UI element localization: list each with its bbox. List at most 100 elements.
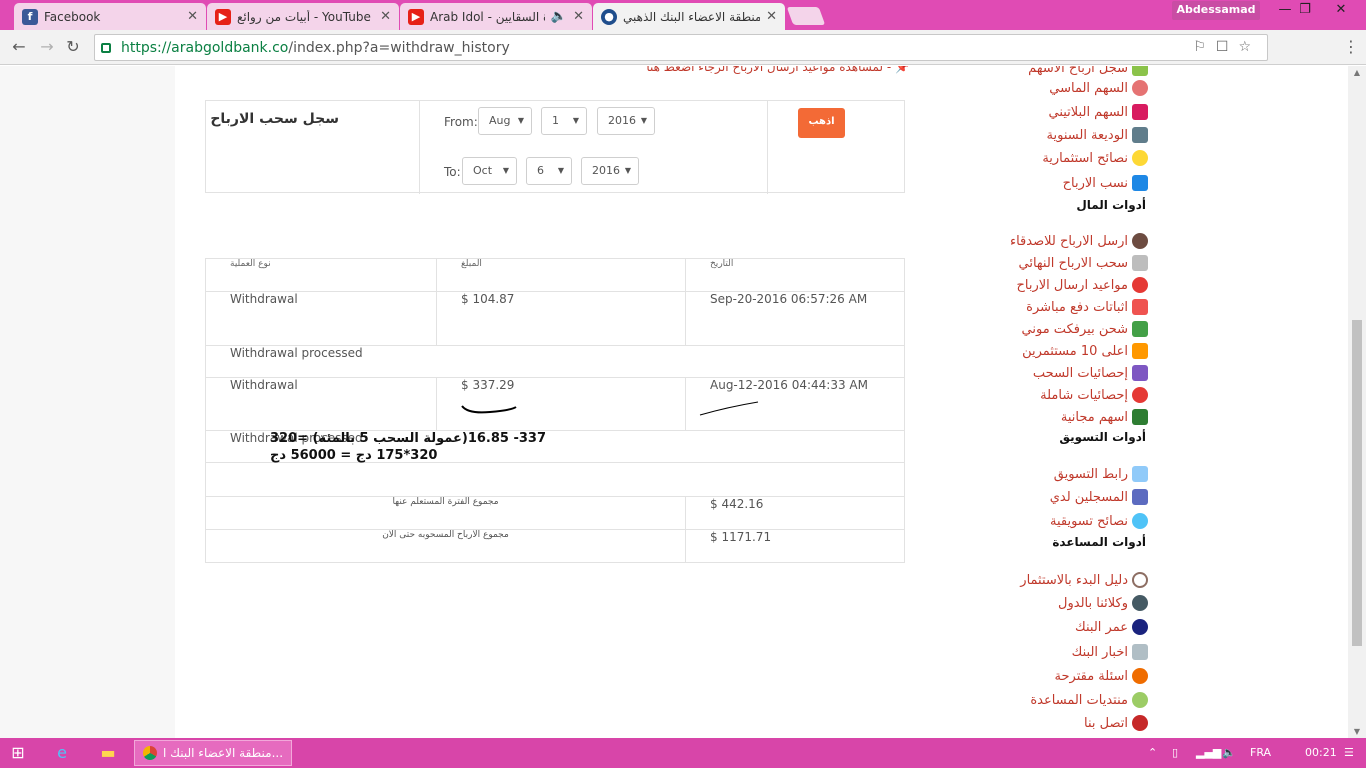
to-day-select[interactable]: 6	[526, 157, 572, 185]
sidebar-item[interactable]: مواعيد ارسال الارباح	[1016, 277, 1148, 293]
close-icon[interactable]: ✕	[573, 9, 584, 24]
help-icon	[1132, 692, 1148, 708]
internet-explorer-icon[interactable]: e	[52, 743, 72, 763]
sidebar-item[interactable]: نسب الارباح	[1063, 175, 1148, 191]
forward-arrow-icon[interactable]: →	[36, 36, 58, 58]
annotation-line: 320*175 دج = 56000 دج	[270, 448, 438, 463]
tab-youtube[interactable]: ▶ أبيات من روائع - YouTube ✕	[207, 3, 399, 30]
stats-icon	[1132, 365, 1148, 381]
sidebar-item[interactable]: إحصائيات السحب	[1033, 365, 1148, 381]
sidebar-item[interactable]: رابط التسويق	[1054, 466, 1148, 482]
go-button[interactable]: اذهب	[798, 108, 845, 138]
profit-schedule-link[interactable]: 📌 - لمشاهدة مواعيد ارسال الارباح الرجاء …	[620, 66, 910, 74]
network-icon[interactable]: ▂▄▆	[1196, 738, 1221, 768]
volume-icon[interactable]: 🔈	[1222, 738, 1236, 768]
scrollbar-thumb[interactable]	[1352, 320, 1362, 646]
language-indicator[interactable]: FRA	[1250, 738, 1271, 768]
period-total-label: مجموع الفترة المستعلم عنها	[205, 496, 686, 530]
sidebar-item[interactable]: سجل ارباح الاسهم	[1028, 66, 1148, 76]
sidebar-item[interactable]: وكلائنا بالدول	[1058, 595, 1148, 611]
taskbar-chrome-window[interactable]: منطقة الاعضاء البنك ا...	[134, 740, 292, 766]
row-date: Sep-20-2016 06:57:26 AM	[685, 291, 905, 346]
row-amount: $ 104.87	[436, 291, 686, 346]
tab-facebook[interactable]: f Facebook ✕	[14, 3, 206, 30]
sidebar-item[interactable]: نصائح تسويقية	[1050, 513, 1148, 529]
withdraw-history-table: نوع العملية المبلغ التاريخ Withdrawal $ …	[205, 258, 905, 563]
close-icon[interactable]: ✕	[380, 9, 391, 24]
close-window-icon[interactable]: ✕	[1326, 0, 1356, 20]
sidebar-item[interactable]: إحصائيات شاملة	[1040, 387, 1148, 403]
sidebar-item[interactable]: السهم الماسي	[1049, 80, 1148, 96]
to-month-select[interactable]: Oct	[462, 157, 517, 185]
clock[interactable]: 00:21	[1305, 738, 1337, 768]
show-hidden-icons-icon[interactable]: ⌃	[1148, 738, 1157, 768]
page-title: سجل سحب الارباح	[210, 111, 339, 127]
sidebar-item[interactable]: اعلى 10 مستثمرين	[1022, 343, 1148, 359]
guide-icon	[1132, 572, 1148, 588]
tab-bank[interactable]: ● منطقة الاعضاء البنك الذهبي ✕	[593, 3, 785, 30]
pie-icon	[1132, 387, 1148, 403]
safe-icon	[1132, 127, 1148, 143]
sidebar-item[interactable]: اسئلة مقترحة	[1055, 668, 1148, 684]
table-header-row: نوع العملية المبلغ التاريخ	[205, 258, 905, 292]
table-row: مجموع الارباح المسحوبه حتى الان $ 1171.7…	[205, 529, 905, 563]
table-row: Withdrawal $ 337.29 Aug-12-2016 04:44:33…	[205, 377, 905, 431]
sidebar-item[interactable]: سحب الارباح النهائي	[1019, 255, 1148, 271]
scroll-up-icon[interactable]: ▲	[1352, 68, 1362, 77]
reload-icon[interactable]: ↻	[62, 36, 84, 58]
sidebar-item[interactable]: عمر البنك	[1075, 619, 1148, 635]
omnibox-actions[interactable]: ⚐☐☆	[1193, 39, 1261, 55]
table-row	[205, 462, 905, 497]
scrollbar[interactable]: ▲ ▼	[1348, 66, 1366, 738]
from-day-select[interactable]: 1	[541, 107, 587, 135]
from-label: From:	[444, 115, 478, 129]
sidebar-item[interactable]: الوديعة السنوية	[1047, 127, 1148, 143]
menu-icon[interactable]: ⋮	[1340, 36, 1362, 58]
sidebar-item[interactable]: نصائح استثمارية	[1042, 150, 1148, 166]
close-icon[interactable]: ✕	[187, 9, 198, 24]
address-bar[interactable]: https://arabgoldbank.co/index.php?a=with…	[94, 34, 1268, 61]
notifications-icon[interactable]: ☰	[1344, 738, 1354, 768]
dollar-icon	[1132, 321, 1148, 337]
profile-button[interactable]: Abdessamad	[1172, 1, 1260, 20]
new-tab-button[interactable]	[786, 7, 826, 25]
tab-title: Facebook	[44, 9, 101, 24]
file-explorer-icon[interactable]: ▬	[98, 743, 118, 763]
speaker-icon[interactable]: 🔈	[551, 9, 567, 24]
sidebar-item[interactable]: السهم البلاتيني	[1049, 104, 1148, 120]
url-text: https://arabgoldbank.co/index.php?a=with…	[121, 39, 510, 56]
tab-title: منطقة الاعضاء البنك الذهبي	[623, 9, 761, 24]
web-page: 📌 - لمشاهدة مواعيد ارسال الارباح الرجاء …	[0, 66, 1366, 738]
sidebar-item[interactable]: المسجلين لدي	[1050, 489, 1148, 505]
sidebar-item[interactable]: دليل البدء بالاستثمار	[1020, 572, 1148, 588]
to-year-select[interactable]: 2016	[581, 157, 639, 185]
people-icon	[1132, 343, 1148, 359]
close-icon[interactable]: ✕	[766, 9, 777, 24]
sidebar-item[interactable]: اتصل بنا	[1084, 715, 1148, 731]
battery-icon[interactable]: ▯	[1172, 738, 1178, 768]
section-heading: أدوات التسويق	[1059, 430, 1146, 444]
tab-arab-idol[interactable]: ▶ Arab Idol - قرة السقايين 🔈 ✕	[400, 3, 592, 30]
gift-icon	[1132, 409, 1148, 425]
maximize-icon[interactable]: ❐	[1290, 0, 1320, 20]
from-year-select[interactable]: 2016	[597, 107, 655, 135]
sidebar-item[interactable]: اسهم مجانية	[1061, 409, 1148, 425]
sidebar-item[interactable]: ارسل الارباح للاصدقاء	[1010, 233, 1148, 249]
sidebar-item[interactable]: اثباتات دفع مباشرة	[1026, 299, 1148, 315]
windows-start-icon[interactable]: ⊞	[8, 743, 28, 763]
scroll-down-icon[interactable]: ▼	[1352, 727, 1362, 736]
back-arrow-icon[interactable]: ←	[8, 36, 30, 58]
sidebar-item[interactable]: منتديات المساعدة	[1030, 692, 1148, 708]
bank-icon: ●	[601, 8, 617, 25]
tips-icon	[1132, 513, 1148, 529]
tab-title: Arab Idol - قرة السقايين	[430, 9, 545, 24]
hourglass-icon	[1132, 619, 1148, 635]
sidebar-item[interactable]: شحن بيرفكت موني	[1022, 321, 1148, 337]
from-month-select[interactable]: Aug	[478, 107, 532, 135]
row-status: Withdrawal processed	[205, 345, 905, 378]
windows-taskbar: ⊞ e ▬ منطقة الاعضاء البنك ا... ⌃ ▯ ▂▄▆ 🔈…	[0, 738, 1366, 768]
sidebar-item[interactable]: اخبار البنك	[1072, 644, 1148, 660]
header-type: نوع العملية	[205, 258, 437, 292]
section-heading: أدوات المساعدة	[1052, 535, 1146, 549]
group-icon	[1132, 489, 1148, 505]
